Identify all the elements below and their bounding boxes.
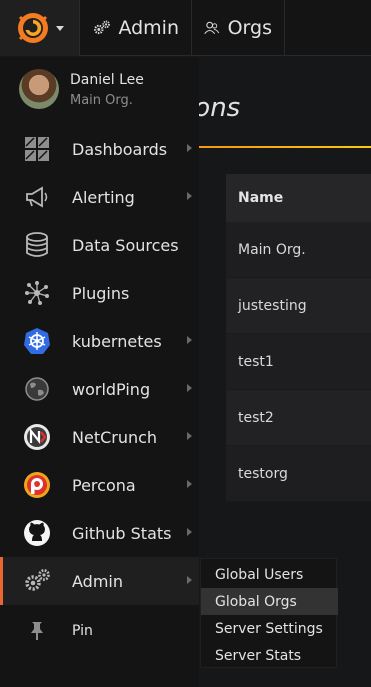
chevron-right-icon (187, 528, 192, 536)
netcrunch-logo-icon (22, 423, 52, 451)
menu-item-kubernetes[interactable]: kubernetes (0, 317, 199, 365)
table-body: Main Org. justesting test1 test2 testorg (226, 222, 371, 502)
gears-icon (94, 20, 110, 35)
users-icon (204, 21, 220, 35)
breadcrumb-admin-button[interactable]: Admin (81, 0, 192, 56)
table-header-name[interactable]: Name (226, 174, 371, 222)
submenu-item-server-stats[interactable]: Server Stats (201, 642, 338, 669)
grafana-logo-icon (17, 13, 48, 43)
breadcrumb-orgs-label: Orgs (227, 17, 272, 39)
menu-item-github-stats[interactable]: Github Stats (0, 509, 199, 557)
menu-item-label: Alerting (72, 188, 135, 207)
menu-item-label: Percona (72, 476, 136, 495)
menu-item-label: worldPing (72, 380, 151, 399)
avatar (19, 69, 59, 109)
table-row[interactable]: testorg (226, 446, 371, 502)
submenu-item-global-orgs[interactable]: Global Orgs (201, 588, 338, 615)
chevron-right-icon (187, 192, 192, 200)
menu-item-data-sources[interactable]: Data Sources (0, 221, 199, 269)
chevron-right-icon (187, 432, 192, 440)
percona-logo-icon (22, 471, 52, 499)
chevron-right-icon (187, 144, 192, 152)
menu-item-admin[interactable]: Admin (0, 557, 199, 605)
menu-item-label: Pin (72, 623, 93, 639)
chevron-right-icon (187, 336, 192, 344)
menu-item-label: Dashboards (72, 140, 168, 159)
top-navbar: Admin Orgs (0, 0, 371, 56)
menu-item-plugins[interactable]: Plugins (0, 269, 199, 317)
menu-item-netcrunch[interactable]: NetCrunch (0, 413, 199, 461)
menu-item-label: Plugins (72, 284, 130, 303)
github-octocat-icon (22, 519, 52, 547)
menu-item-label: NetCrunch (72, 428, 158, 447)
dashboards-grid-icon (22, 135, 52, 163)
megaphone-icon (22, 183, 52, 211)
user-name: Daniel Lee (70, 72, 144, 88)
menu-item-percona[interactable]: Percona (0, 461, 199, 509)
submenu-item-server-settings[interactable]: Server Settings (201, 615, 338, 642)
chevron-right-icon (187, 480, 192, 488)
grafana-logo-menu-button[interactable] (0, 0, 80, 56)
plugins-network-icon (22, 279, 52, 307)
chevron-down-icon (55, 25, 64, 31)
breadcrumb-orgs-button[interactable]: Orgs (192, 0, 285, 56)
breadcrumb-admin-label: Admin (118, 17, 179, 39)
table-row[interactable]: Main Org. (226, 222, 371, 278)
table-row[interactable]: test1 (226, 334, 371, 390)
admin-gears-icon (22, 567, 52, 595)
submenu-item-global-users[interactable]: Global Users (201, 561, 338, 588)
menu-item-label: Admin (72, 572, 123, 591)
table-row[interactable]: justesting (226, 278, 371, 334)
menu-item-alerting[interactable]: Alerting (0, 173, 199, 221)
menu-item-pin[interactable]: Pin (0, 607, 199, 655)
table-row[interactable]: test2 (226, 390, 371, 446)
kubernetes-wheel-icon (22, 327, 52, 355)
chevron-right-icon (187, 576, 192, 584)
admin-submenu: Global Users Global Orgs Server Settings… (200, 558, 338, 669)
orgs-table: Name Main Org. justesting test1 test2 te… (226, 174, 371, 502)
chevron-right-icon (187, 384, 192, 392)
database-icon (22, 231, 52, 259)
side-menu: Daniel Lee Main Org. Dashboards Alerting (0, 57, 199, 687)
user-org: Main Org. (70, 93, 133, 108)
globe-icon (22, 375, 52, 403)
menu-item-dashboards[interactable]: Dashboards (0, 125, 199, 173)
user-profile[interactable]: Daniel Lee Main Org. (0, 57, 199, 121)
menu-item-label: Github Stats (72, 524, 172, 543)
menu-item-worldping[interactable]: worldPing (0, 365, 199, 413)
menu-item-label: kubernetes (72, 332, 162, 351)
menu-item-label: Data Sources (72, 236, 179, 255)
pin-icon (22, 617, 52, 645)
